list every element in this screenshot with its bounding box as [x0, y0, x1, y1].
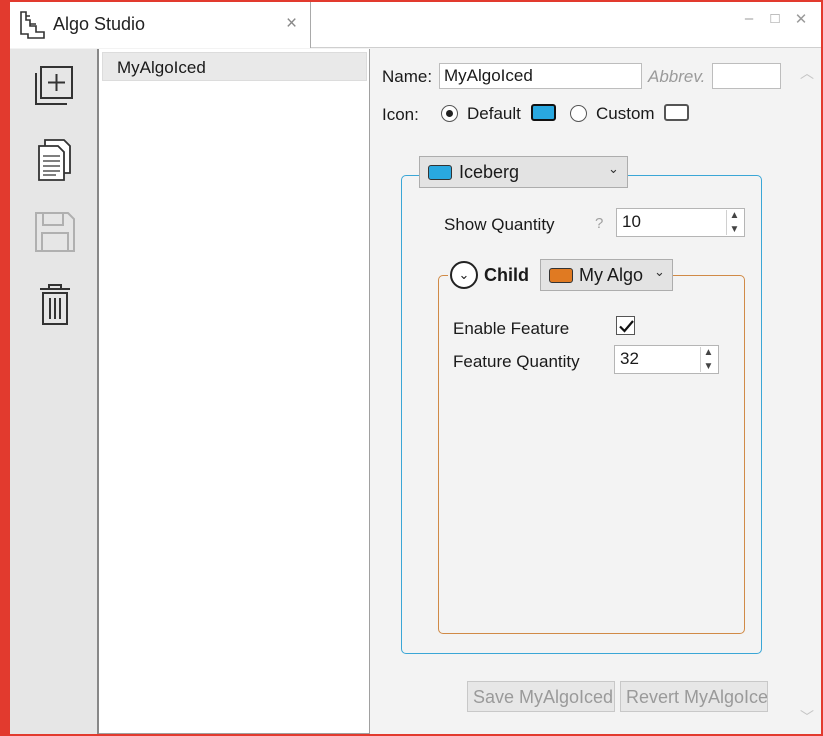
- list-item[interactable]: MyAlgoIced: [102, 52, 367, 81]
- spin-down-icon[interactable]: ▼: [730, 224, 740, 235]
- scroll-up-icon[interactable]: ︿: [799, 63, 815, 81]
- window-controls: – □ ✕: [741, 10, 809, 28]
- app-title: Algo Studio: [53, 14, 146, 34]
- minimize-button[interactable]: –: [741, 10, 757, 28]
- algo-type-dropdown[interactable]: Iceberg ⌄: [419, 156, 628, 188]
- algo-list: MyAlgoIced: [99, 49, 370, 734]
- child-algo-dropdown[interactable]: My Algo ⌄: [540, 259, 673, 291]
- spin-up-icon[interactable]: ▲: [730, 210, 740, 221]
- iceberg-color-icon: [428, 165, 452, 180]
- child-header: ⌄ Child My Algo ⌄: [448, 259, 673, 294]
- close-button[interactable]: ✕: [793, 10, 809, 28]
- revert-algo-button[interactable]: Revert MyAlgoIced: [620, 681, 768, 712]
- new-algo-button[interactable]: [32, 63, 78, 109]
- chevron-down-icon: ⌄: [654, 264, 665, 279]
- delete-algo-button[interactable]: [32, 281, 78, 327]
- spin-buttons[interactable]: ▲ ▼: [700, 347, 716, 372]
- spin-buttons[interactable]: ▲ ▼: [726, 210, 742, 235]
- default-icon-swatch: [531, 104, 556, 121]
- enable-feature-checkbox[interactable]: [616, 316, 635, 335]
- trash-icon: [40, 284, 70, 325]
- custom-icon-label: Custom: [596, 104, 655, 123]
- show-quantity-value: 10: [622, 212, 641, 231]
- scroll-down-icon[interactable]: ﹀: [799, 707, 815, 725]
- show-quantity-label: Show Quantity: [444, 215, 555, 234]
- spin-up-icon[interactable]: ▲: [704, 347, 714, 358]
- chevron-down-icon: ⌄: [608, 161, 619, 176]
- checkmark-icon: [619, 320, 634, 333]
- enable-feature-label: Enable Feature: [453, 319, 570, 338]
- copy-algo-button[interactable]: [32, 137, 78, 183]
- scrollbar[interactable]: ︿ ﹀: [793, 49, 821, 734]
- copy-document-icon: [38, 139, 71, 181]
- child-algo-label: My Algo: [579, 265, 644, 285]
- save-icon: [35, 212, 75, 252]
- default-icon-label: Default: [467, 104, 521, 123]
- algo-type-label: Iceberg: [459, 162, 520, 182]
- child-label: Child: [484, 265, 529, 285]
- algo-studio-window: Algo Studio × – □ ✕ MyAlgoIced Name: MyA…: [10, 2, 821, 734]
- my-algo-color-icon: [549, 268, 573, 283]
- feature-quantity-value: 32: [620, 349, 639, 368]
- tab-close-button[interactable]: ×: [286, 13, 297, 35]
- save-algo-button[interactable]: [32, 209, 78, 255]
- title-bar: Algo Studio × – □ ✕: [10, 2, 821, 48]
- feature-quantity-label: Feature Quantity: [453, 352, 580, 371]
- custom-icon-swatch[interactable]: [664, 104, 689, 121]
- name-field[interactable]: MyAlgoIced: [439, 63, 642, 89]
- abbrev-label: Abbrev.: [648, 67, 706, 86]
- help-icon[interactable]: ?: [595, 215, 603, 232]
- name-label: Name:: [382, 67, 433, 86]
- app-tab[interactable]: Algo Studio ×: [10, 2, 311, 48]
- spin-down-icon[interactable]: ▼: [704, 361, 714, 372]
- icon-label: Icon:: [382, 105, 419, 124]
- default-icon-radio[interactable]: [441, 105, 458, 122]
- custom-icon-radio[interactable]: [570, 105, 587, 122]
- maximize-button[interactable]: □: [767, 10, 783, 28]
- collapse-chevron-icon[interactable]: ⌄: [450, 261, 478, 289]
- feature-quantity-stepper[interactable]: 32 ▲ ▼: [614, 345, 719, 374]
- show-quantity-stepper[interactable]: 10 ▲ ▼: [616, 208, 745, 237]
- editor-panel: Name: MyAlgoIced Abbrev. Icon: Default C…: [370, 49, 821, 734]
- save-algo-button-bottom[interactable]: Save MyAlgoIced: [467, 681, 615, 712]
- add-document-icon: [35, 66, 73, 105]
- app-icon: [20, 11, 45, 39]
- abbrev-field[interactable]: [712, 63, 781, 89]
- left-toolbar: [10, 49, 99, 734]
